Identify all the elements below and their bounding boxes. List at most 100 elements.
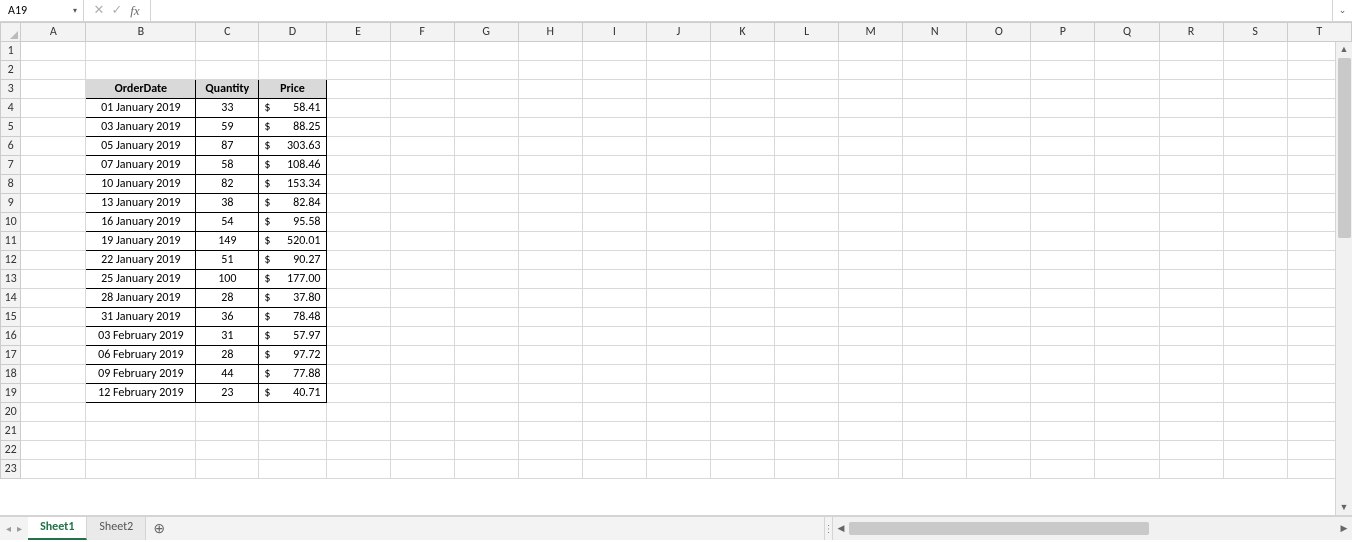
cell[interactable] xyxy=(903,213,967,232)
cell[interactable] xyxy=(1223,175,1287,194)
cell[interactable] xyxy=(1223,441,1287,460)
row-header[interactable]: 20 xyxy=(1,403,21,422)
cell[interactable] xyxy=(967,289,1031,308)
cell[interactable] xyxy=(967,251,1031,270)
cell[interactable] xyxy=(454,308,518,327)
cell[interactable]: 19 January 2019 xyxy=(86,232,196,251)
row-header[interactable]: 1 xyxy=(1,42,21,61)
cell[interactable] xyxy=(839,289,903,308)
cell[interactable] xyxy=(582,232,646,251)
cell[interactable] xyxy=(86,441,196,460)
cell[interactable] xyxy=(518,251,582,270)
insert-function-button[interactable]: fx xyxy=(126,3,144,19)
cell[interactable]: $520.01 xyxy=(259,232,326,251)
cell[interactable] xyxy=(1159,156,1223,175)
cell[interactable] xyxy=(21,403,86,422)
cell[interactable] xyxy=(1159,213,1223,232)
cell[interactable] xyxy=(454,384,518,403)
cell[interactable]: $303.63 xyxy=(259,137,326,156)
cell[interactable] xyxy=(1159,289,1223,308)
cell[interactable] xyxy=(1159,99,1223,118)
cell[interactable] xyxy=(326,270,390,289)
cell[interactable] xyxy=(21,289,86,308)
cell[interactable] xyxy=(582,213,646,232)
cell[interactable] xyxy=(967,327,1031,346)
cell[interactable] xyxy=(903,422,967,441)
column-header[interactable]: F xyxy=(390,23,454,42)
column-header[interactable]: S xyxy=(1223,23,1287,42)
cell[interactable] xyxy=(326,80,390,99)
cell[interactable] xyxy=(710,80,774,99)
cell[interactable] xyxy=(967,441,1031,460)
cell[interactable] xyxy=(326,327,390,346)
row-header[interactable]: 7 xyxy=(1,156,21,175)
cell[interactable] xyxy=(454,441,518,460)
cell[interactable] xyxy=(582,175,646,194)
cell[interactable] xyxy=(775,194,839,213)
cell[interactable] xyxy=(967,460,1031,479)
cell[interactable] xyxy=(903,308,967,327)
cell[interactable]: $177.00 xyxy=(259,270,326,289)
sheet-tab[interactable]: Sheet2 xyxy=(87,517,146,540)
cell[interactable]: 100 xyxy=(196,270,259,289)
cell[interactable] xyxy=(967,61,1031,80)
cell[interactable] xyxy=(518,270,582,289)
row-header[interactable]: 2 xyxy=(1,61,21,80)
cell[interactable] xyxy=(1095,270,1159,289)
row-header[interactable]: 17 xyxy=(1,346,21,365)
cell[interactable] xyxy=(903,384,967,403)
cell[interactable] xyxy=(1223,213,1287,232)
cell[interactable] xyxy=(1223,61,1287,80)
cell[interactable] xyxy=(1095,365,1159,384)
cell[interactable] xyxy=(839,137,903,156)
cell[interactable]: $58.41 xyxy=(259,99,326,118)
row-header[interactable]: 14 xyxy=(1,289,21,308)
cell[interactable] xyxy=(903,80,967,99)
cell[interactable] xyxy=(454,422,518,441)
cell[interactable] xyxy=(839,232,903,251)
cell[interactable] xyxy=(1223,137,1287,156)
cell[interactable] xyxy=(1095,251,1159,270)
cell[interactable] xyxy=(1159,441,1223,460)
cell[interactable] xyxy=(21,194,86,213)
cell[interactable] xyxy=(390,422,454,441)
cell[interactable] xyxy=(390,289,454,308)
row-header[interactable]: 6 xyxy=(1,137,21,156)
cell[interactable] xyxy=(326,156,390,175)
cell[interactable] xyxy=(21,156,86,175)
scroll-down-icon[interactable]: ▼ xyxy=(1340,500,1349,516)
cell[interactable] xyxy=(1159,194,1223,213)
cell[interactable] xyxy=(390,441,454,460)
cell[interactable] xyxy=(1095,194,1159,213)
cell[interactable] xyxy=(1031,194,1095,213)
cell[interactable] xyxy=(903,289,967,308)
cell[interactable] xyxy=(582,118,646,137)
row-header[interactable]: 5 xyxy=(1,118,21,137)
cell[interactable]: 28 January 2019 xyxy=(86,289,196,308)
cell[interactable] xyxy=(326,175,390,194)
cell[interactable] xyxy=(21,365,86,384)
cell[interactable]: $82.84 xyxy=(259,194,326,213)
vscroll-track[interactable] xyxy=(1336,58,1352,500)
cell[interactable] xyxy=(454,403,518,422)
cell[interactable] xyxy=(259,403,326,422)
column-header[interactable]: C xyxy=(196,23,259,42)
cell[interactable] xyxy=(582,308,646,327)
cell[interactable] xyxy=(903,232,967,251)
cell[interactable] xyxy=(518,137,582,156)
cell[interactable] xyxy=(1031,99,1095,118)
cell[interactable] xyxy=(967,118,1031,137)
cell[interactable] xyxy=(1095,403,1159,422)
cell[interactable] xyxy=(326,346,390,365)
cell[interactable] xyxy=(903,365,967,384)
cell[interactable] xyxy=(326,99,390,118)
cell[interactable] xyxy=(1223,194,1287,213)
cell[interactable] xyxy=(839,403,903,422)
cell[interactable] xyxy=(1095,289,1159,308)
column-header[interactable]: H xyxy=(518,23,582,42)
cell[interactable] xyxy=(646,42,710,61)
cell[interactable] xyxy=(1223,422,1287,441)
cell[interactable] xyxy=(21,327,86,346)
cell[interactable] xyxy=(582,194,646,213)
cell[interactable] xyxy=(775,384,839,403)
